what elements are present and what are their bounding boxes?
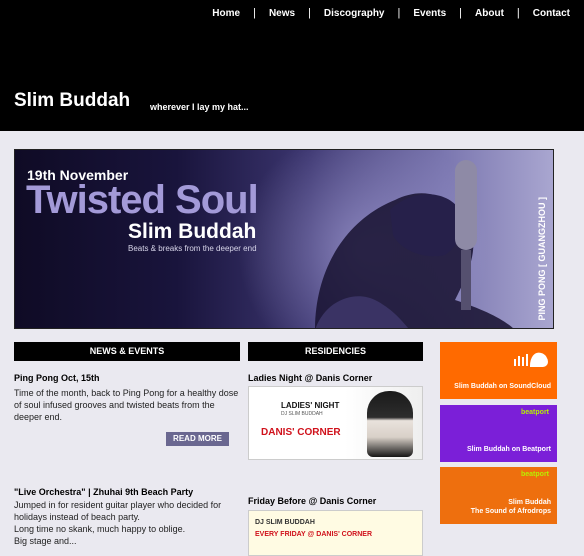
residency-flyer-2[interactable]: DJ SLIM BUDDAH EVERY FRIDAY @ DANIS' COR… [248,510,423,556]
residency-title-1[interactable]: Ladies Night @ Danis Corner [248,373,372,383]
afrodrops-label: Slim Buddah The Sound of Afrodrops [471,498,551,516]
flyer-1-line-2: DJ SLIM BUDDAH [281,411,323,417]
afrodrops-label-1: Slim Buddah [508,499,551,506]
nav-news[interactable]: News [256,8,308,19]
afrodrops-link[interactable]: beatport Slim Buddah The Sound of Afrodr… [440,467,557,524]
nav-home[interactable]: Home [212,8,253,19]
hero-banner[interactable]: 19th November Twisted Soul Slim Buddah B… [14,149,554,329]
nav-about[interactable]: About [462,8,517,19]
residency-flyer-1[interactable]: LADIES' NIGHT DJ SLIM BUDDAH DANIS' CORN… [248,386,423,460]
news-body-2: Jumped in for resident guitar player who… [14,499,240,547]
flyer-1-line-1: LADIES' NIGHT [281,401,340,410]
beatport-logo-icon: beatport [521,471,549,478]
news-title-1[interactable]: Ping Pong Oct, 15th [14,373,100,383]
afrodrops-label-2: The Sound of Afrodrops [470,508,551,515]
flyer-1-portrait [367,391,413,457]
banner-subtitle: Beats & breaks from the deeper end [128,244,257,253]
soundcloud-icon [514,352,549,367]
banner-event-title: Twisted Soul [26,178,259,222]
site-header: Home | News | Discography | Events | Abo… [0,0,584,131]
nav-discography[interactable]: Discography [311,8,398,19]
main-nav: Home | News | Discography | Events | Abo… [212,7,574,19]
banner-artist: Slim Buddah [128,220,257,243]
news-body-2-line-1: Jumped in for resident guitar player who… [14,500,222,522]
site-tagline: wherever I lay my hat... [150,102,249,112]
beatport-label: Slim Buddah on Beatport [467,446,551,453]
beatport-logo-icon: beatport [521,409,549,416]
site-title[interactable]: Slim Buddah [14,90,130,112]
read-more-button[interactable]: READ MORE [166,432,229,446]
news-events-heading: NEWS & EVENTS [14,342,240,361]
residencies-heading: RESIDENCIES [248,342,423,361]
flyer-2-line-1: DJ SLIM BUDDAH [255,519,315,526]
nav-events[interactable]: Events [400,8,459,19]
news-title-2[interactable]: "Live Orchestra" | Zhuhai 9th Beach Part… [14,487,193,497]
beatport-link[interactable]: beatport Slim Buddah on Beatport [440,405,557,462]
news-body-2-line-3: Big stage and... [14,536,77,546]
residency-title-2[interactable]: Friday Before @ Danis Corner [248,496,376,506]
nav-contact[interactable]: Contact [520,8,574,19]
banner-venue: PING PONG [ GUANGZHOU ] [537,196,547,321]
soundcloud-link[interactable]: Slim Buddah on SoundCloud [440,342,557,399]
news-body-2-line-2: Long time no skank, much happy to oblige… [14,524,186,534]
flyer-2-line-2: EVERY FRIDAY @ DANIS' CORNER [255,531,373,538]
news-body-1: Time of the month, back to Ping Pong for… [14,388,239,422]
flyer-1-line-3: DANIS' CORNER [261,427,341,438]
soundcloud-label: Slim Buddah on SoundCloud [454,383,551,390]
